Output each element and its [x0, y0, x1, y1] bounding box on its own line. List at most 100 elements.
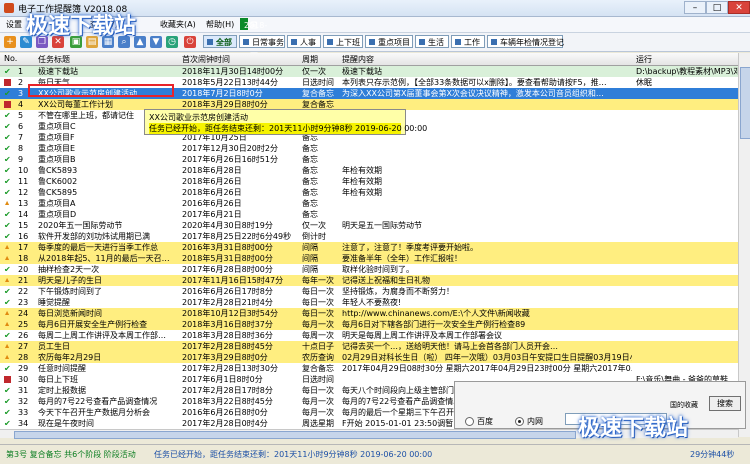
- table-row[interactable]: ▲ 24 每日浏览新闻时间 2018年10月12日3时54分 每日一次 http://ww…: [0, 308, 738, 319]
- cell-no: 9: [18, 155, 24, 164]
- table-row[interactable]: ▲ 13 重点项目A 2016年6月26日 备忘: [0, 198, 738, 209]
- table-row[interactable]: ✔ 1 极速下载站 2018年11月30日14时00分 仅一次 极速下载站 D:\backu…: [0, 66, 738, 77]
- cell-time: 2018年6月26日: [182, 177, 242, 186]
- cell-no: 29: [18, 364, 29, 373]
- tab-life[interactable]: 生活: [415, 35, 449, 48]
- selection-highlight-box: [28, 84, 174, 97]
- menu-settings[interactable]: 设置: [6, 19, 22, 30]
- add-icon[interactable]: +: [4, 36, 16, 48]
- table-row[interactable]: ✔ 20 抽样检查2天一次 2017年6月28日8时00分 间隔 取样化验时间到了。: [0, 264, 738, 275]
- table-row[interactable]: ✔ 9 重点项目B 2017年6月26日16时51分 备忘: [0, 154, 738, 165]
- cell-no: 30: [18, 375, 29, 384]
- radio-baidu[interactable]: [465, 417, 474, 426]
- column-title[interactable]: 任务标题: [38, 54, 70, 65]
- status-middle: 任务已经开始，距任务结束还剩：201天11小时9分钟8秒 2019-06-20 …: [154, 450, 433, 459]
- tab-work[interactable]: 工作: [451, 35, 485, 48]
- down-icon[interactable]: ▼: [150, 36, 162, 48]
- column-no[interactable]: No.: [4, 54, 17, 63]
- cell-content: 本列表只存示范例，【全部33条数据可以x删除】。要查看帮助请按F5，推…: [342, 78, 607, 87]
- power-icon[interactable]: ⏻: [184, 36, 196, 48]
- tab-daily[interactable]: 日常事务: [239, 35, 285, 48]
- cell-cycle: 间隔: [302, 243, 318, 252]
- cell-cycle: 间隔: [302, 265, 318, 274]
- cell-time: 2016年3月31日8时00分: [182, 243, 273, 252]
- table-row[interactable]: ▲ 18 从2018年起5、11月的最后一天召… 2018年5月31日8时00分 间隔 要…: [0, 253, 738, 264]
- cell-title: 现在是午夜时间: [38, 419, 94, 428]
- cell-cycle: 农历查询: [302, 353, 334, 362]
- cell-no: 4: [18, 100, 24, 109]
- cell-content: 02月29日对科长生日（啦） 四年一次哦）03月03日午安提口生日提醒03月19…: [342, 353, 632, 362]
- column-content[interactable]: 提醒内容: [342, 54, 374, 65]
- table-row[interactable]: ▲ 25 每月6日开展安全生产例行检查 2018年3月16日8时37分 每月一次 每月6日…: [0, 319, 738, 330]
- tab-personnel[interactable]: 人事: [287, 35, 321, 48]
- cell-cycle: 每日一次: [302, 298, 334, 307]
- table-row[interactable]: ▲ 27 员工生日 2017年2月28日8时45分 十点日子 记得去买一个…，送给明天他！…: [0, 341, 738, 352]
- close-button[interactable]: ✕: [728, 1, 750, 14]
- cell-title: 定时上报数据: [38, 386, 86, 395]
- cell-no: 13: [18, 199, 29, 208]
- search-button[interactable]: 搜索: [709, 396, 741, 411]
- table-row[interactable]: ✔ 11 鲁CK6002 2018年6月26日 备忘 年检有效期: [0, 176, 738, 187]
- watermark-top: 极速下载站: [26, 14, 137, 39]
- cell-title: 每季度的最后一天进行当季工作总: [38, 243, 158, 252]
- tab-commute[interactable]: 上下班: [323, 35, 363, 48]
- cell-cycle: 备忘: [302, 188, 318, 197]
- table-row[interactable]: ✔ 12 鲁CK5895 2018年6月26日 备忘 年检有效期: [0, 187, 738, 198]
- radio-intranet[interactable]: [515, 417, 524, 426]
- table-row[interactable]: ✔ 22 下午锻炼时间到了 2016年6月26日17时8分 每日一次 坚持锻炼，为腐身而不…: [0, 286, 738, 297]
- cell-cycle: 日选时间: [302, 375, 334, 384]
- vertical-scrollbar[interactable]: [738, 53, 750, 437]
- table-row[interactable]: ✔ 26 每周二上周工作讲评及本周工作部… 2018年3月28日8时36分 每周一次 明天…: [0, 330, 738, 341]
- tab-vehicle-inspection[interactable]: 车辆年检情况登记: [487, 35, 564, 48]
- table-row[interactable]: ✔ 15 2020年五一国际劳动节 2020年4月30日8时19分 仅一次 明天是五一国际…: [0, 220, 738, 231]
- table-row[interactable]: ✔ 16 软件开发部的刘功炜试用期已满 2017年8月25日22时6分49秒 倒计时: [0, 231, 738, 242]
- cell-title: 软件开发部的刘功炜试用期已满: [38, 232, 150, 241]
- cell-title: 睡觉提醒: [38, 298, 70, 307]
- cell-content: 明天是每周上周工作讲评及本周工作部署会议: [342, 331, 502, 340]
- menu-help[interactable]: 帮助(H): [206, 19, 234, 30]
- table-row[interactable]: ✔ 29 任意时间提醒 2017年2月28日13时30分 复合备忘 2017年04月29日…: [0, 363, 738, 374]
- cell-title: 每月的7号22号查看产品调查情况: [38, 397, 158, 406]
- cell-no: 24: [18, 309, 29, 318]
- cell-cycle: 备忘: [302, 155, 318, 164]
- cell-no: 6: [18, 122, 24, 131]
- cell-time: 2018年10月12日3时54分: [182, 309, 278, 318]
- cell-no: 34: [18, 419, 29, 428]
- cell-cycle: 每月一次: [302, 408, 334, 417]
- vertical-scroll-thumb[interactable]: [740, 67, 750, 139]
- cell-content: 记得去买一个…，送给明天他！请马上会首各部门人员开会…: [342, 342, 558, 351]
- column-cycle[interactable]: 周期: [302, 54, 318, 65]
- tab-all[interactable]: 全部: [203, 35, 237, 48]
- watermark-bottom: 极速下载站: [578, 416, 689, 441]
- cell-no: 17: [18, 243, 29, 252]
- check-icon: ✔: [4, 89, 11, 95]
- cell-time: 2016年6月26日17时8分: [182, 287, 273, 296]
- check-icon: ✔: [4, 364, 11, 370]
- minimize-button[interactable]: –: [684, 1, 706, 14]
- cell-time: 2017年2月28日8时45分: [182, 342, 273, 351]
- check-icon: ✔: [4, 265, 11, 271]
- table-row[interactable]: ✔ 8 重点项目E 2017年12月30日20时2分 备忘: [0, 143, 738, 154]
- tab-all-icon: [207, 39, 213, 45]
- cell-title: 每月6日开展安全生产例行检查: [38, 320, 148, 329]
- tab-key-projects[interactable]: 重点项目: [365, 35, 413, 48]
- cell-no: 23: [18, 298, 29, 307]
- cell-content: http://www.chinanews.com/E:\个人文件\新闻收藏: [342, 309, 530, 318]
- maximize-button[interactable]: □: [706, 1, 728, 14]
- table-row[interactable]: ▲ 17 每季度的最后一天进行当季工作总 2016年3月31日8时00分 间隔 注意了，注…: [0, 242, 738, 253]
- task-tooltip: XX公司歌业示范房创建活动 任务已经开始，距任务结束还剩：201天11小时9分钟…: [144, 109, 427, 135]
- cell-no: 25: [18, 320, 29, 329]
- clock-icon[interactable]: ◷: [166, 36, 178, 48]
- horizontal-scroll-thumb[interactable]: [14, 431, 576, 439]
- table-row[interactable]: ✔ 14 重点项目D 2017年6月21日 备忘: [0, 209, 738, 220]
- table-row[interactable]: ✔ 23 睡觉提醒 2017年2月28日21时4分 每日一次 年轻人不要熬夜!: [0, 297, 738, 308]
- table-row[interactable]: ✔ 10 鲁CK5893 2018年6月28日 备忘 年检有效期: [0, 165, 738, 176]
- cell-cycle: 备忘: [302, 199, 318, 208]
- column-run[interactable]: 运行: [636, 54, 652, 65]
- check-icon: ✔: [4, 419, 11, 425]
- column-time[interactable]: 首次闹钟时间: [182, 54, 230, 65]
- table-row[interactable]: ▲ 21 明天是儿子的生日 2017年11月16日15时47分 每年一次 记得送上祝福和生…: [0, 275, 738, 286]
- menu-favorites[interactable]: 收藏夹(A): [160, 19, 196, 30]
- table-row[interactable]: ▲ 28 农历每年2月29日 2017年3月29日8时0分 农历查询 02月29日对科长生…: [0, 352, 738, 363]
- cell-run: D:\backup\教程素材\MP3\邓紫: [636, 67, 738, 76]
